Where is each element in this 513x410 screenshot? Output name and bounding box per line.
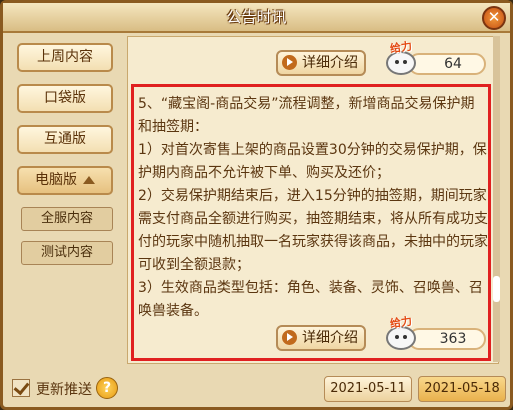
arrow-right-icon	[282, 330, 297, 345]
close-icon[interactable]: ✕	[482, 6, 506, 30]
sidebar-item-label: 口袋版	[44, 90, 86, 106]
article-line: 5、“藏宝阁-商品交易”流程调整，新增商品交易保护期和抽签期：	[138, 96, 475, 135]
window-title: 公告时讯	[226, 8, 287, 26]
subitem-label: 测试内容	[40, 245, 93, 260]
detail-button-bottom[interactable]: 详细介绍	[276, 325, 366, 351]
update-push-checkbox[interactable]	[12, 379, 30, 397]
arrow-right-icon	[282, 55, 297, 70]
like-count: 363	[408, 328, 486, 350]
sidebar-item-label: 电脑版	[35, 172, 77, 188]
sidebar-item-pocket[interactable]: 口袋版	[17, 84, 113, 113]
like-count: 64	[408, 53, 486, 75]
sidebar-item-label: 上周内容	[37, 49, 93, 65]
article-text: 5、“藏宝阁-商品交易”流程调整，新增商品交易保护期和抽签期： 1）对首次寄售上…	[138, 93, 488, 323]
update-push-label: 更新推送	[36, 382, 92, 398]
like-widget-bottom[interactable]: 363 给力	[386, 315, 486, 352]
mascot-label: 给力	[389, 39, 413, 56]
detail-button-label: 详细介绍	[302, 330, 358, 346]
sidebar-item-last-week[interactable]: 上周内容	[17, 43, 113, 72]
date-button-0518[interactable]: 2021-05-18	[418, 376, 506, 402]
caret-up-icon	[83, 176, 95, 184]
sidebar: 上周内容 口袋版 互通版 电脑版 全服内容 测试内容	[17, 43, 117, 275]
like-widget-top[interactable]: 64 给力	[386, 40, 486, 77]
subitem-label: 全服内容	[40, 211, 93, 226]
sidebar-item-pc[interactable]: 电脑版	[17, 166, 113, 195]
sidebar-subitem-test[interactable]: 测试内容	[21, 241, 113, 265]
scrollbar[interactable]	[493, 36, 500, 362]
article-line: 2）交易保护期结束后，进入15分钟的抽签期，期间玩家需支付商品全额进行购买，抽签…	[138, 188, 488, 273]
article-line: 3）生效商品类型包括：角色、装备、灵饰、召唤兽、召唤兽装备。	[138, 280, 483, 319]
mascot-label: 给力	[389, 314, 413, 331]
help-icon[interactable]: ?	[96, 377, 118, 399]
article-line: 1）对首次寄售上架的商品设置30分钟的交易保护期，保护期内商品不允许被下单、购买…	[138, 142, 487, 181]
detail-button-label: 详细介绍	[302, 55, 358, 71]
scroll-thumb[interactable]	[493, 276, 500, 302]
sidebar-subitem-all-servers[interactable]: 全服内容	[21, 207, 113, 231]
detail-button-top[interactable]: 详细介绍	[276, 50, 366, 76]
sidebar-item-label: 互通版	[44, 131, 86, 147]
announcement-content: 详细介绍 64 给力 5、“藏宝阁-商品交易”流程调整，新增商品交易保护期和抽签…	[127, 36, 499, 364]
title-bar: 公告时讯 ✕	[3, 3, 510, 33]
date-button-0511[interactable]: 2021-05-11	[324, 376, 412, 402]
sidebar-item-interop[interactable]: 互通版	[17, 125, 113, 154]
